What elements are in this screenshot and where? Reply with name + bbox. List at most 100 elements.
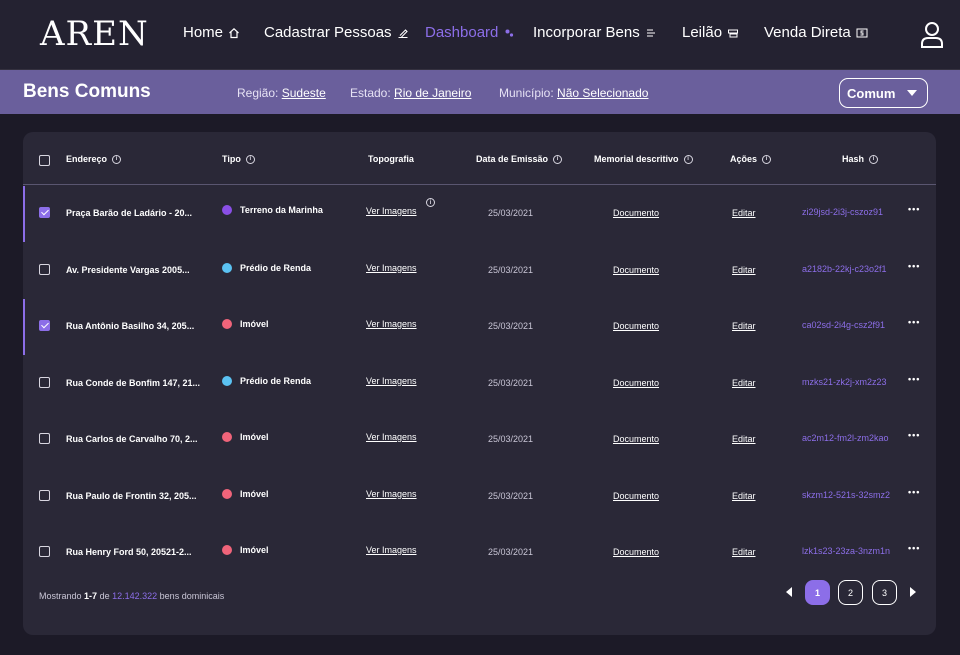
row-checkbox[interactable] [39,489,50,501]
editar-link[interactable]: Editar [732,434,756,444]
category-select[interactable]: Comum [839,78,928,108]
documento-link[interactable]: Documento [613,378,659,388]
pagination-summary: Mostrando 1-7 de 12.142.322 bens dominic… [39,591,224,601]
editar-link[interactable]: Editar [732,547,756,557]
header-tipo[interactable]: Tipo i [222,154,255,164]
cell-endereco: Rua Conde de Bonfim 147, 21... [66,377,201,388]
nav-venda-label: Venda Direta [764,24,851,41]
nav-home[interactable]: Home [183,24,240,41]
editar-link[interactable]: Editar [732,321,756,331]
editar-link[interactable]: Editar [732,378,756,388]
cell-tipo: Imóvel [222,545,269,555]
ver-imagens-link[interactable]: Ver Imagens [366,263,417,273]
more-options-icon[interactable]: ••• [908,374,920,384]
more-options-icon[interactable]: ••• [908,261,920,271]
table-row[interactable]: Rua Antônio Basilho 34, 205... Imóvel Ver … [23,299,936,355]
more-options-icon[interactable]: ••• [908,430,920,440]
page-button-3[interactable]: 3 [872,580,897,605]
table-row[interactable]: Av. Presidente Vargas 2005... Prédio de R… [23,243,936,299]
cell-tipo: Imóvel [222,319,269,329]
info-icon[interactable]: i [553,154,563,164]
dashboard-icon [505,29,514,37]
sale-icon [856,28,868,37]
filter-municipio-link[interactable]: Não Selecionado [557,86,648,100]
documento-link[interactable]: Documento [613,434,659,444]
cell-data-emissao: 25/03/2021 [488,264,534,275]
documento-link[interactable]: Documento [613,547,659,557]
table-row[interactable]: Rua Conde de Bonfim 147, 21... Prédio de … [23,356,936,412]
select-all-checkbox[interactable] [39,155,50,166]
documento-link[interactable]: Documento [613,321,659,331]
more-options-icon[interactable]: ••• [908,204,920,214]
row-checkbox[interactable] [39,546,50,557]
row-checkbox[interactable] [39,263,50,275]
ver-imagens-link[interactable]: Ver Imagens [366,206,417,216]
cell-endereco: Praça Barão de Ladário - 20... [66,208,193,218]
nav-incorporar-bens[interactable]: Incorporar Bens [533,24,657,41]
editar-link[interactable]: Editar [732,491,756,501]
row-checkbox[interactable] [39,207,50,218]
info-icon[interactable]: i [245,154,255,164]
more-options-icon[interactable]: ••• [908,543,920,553]
cell-tipo: Imóvel [222,488,269,499]
nav-venda-direta[interactable]: Venda Direta [764,24,868,41]
type-dot-icon [222,488,232,499]
more-options-icon[interactable]: ••• [908,487,920,497]
cell-tipo-label: Imóvel [240,432,269,442]
info-icon[interactable]: i [426,198,435,207]
ver-imagens-link[interactable]: Ver Imagens [366,545,417,555]
page-button-2[interactable]: 2 [838,580,863,605]
filter-estado-link[interactable]: Rio de Janeiro [394,86,471,100]
ver-imagens-link[interactable]: Ver Imagens [366,376,417,386]
info-icon[interactable]: i [762,154,772,164]
row-checkbox[interactable] [39,433,50,444]
ver-imagens-link[interactable]: Ver Imagens [366,319,417,329]
header-endereco[interactable]: Endereço i [66,154,122,164]
table-row[interactable]: Rua Paulo de Frontin 32, 205... Imóvel Ver… [23,469,936,525]
header-data-label: Data de Emissão [476,154,549,164]
cell-hash: ac2m12-fm2l-zm2kao [802,433,889,443]
cell-data-emissao: 25/03/2021 [488,377,534,388]
info-icon[interactable]: i [869,154,879,164]
cell-tipo-label: Imóvel [240,545,269,555]
incorporate-icon [646,28,655,37]
filter-regiao-label: Região: [237,86,279,100]
documento-link[interactable]: Documento [613,491,659,501]
cell-endereco: Av. Presidente Vargas 2005... [66,264,190,275]
table-row[interactable]: Praça Barão de Ladário - 20... Terreno da… [23,186,936,242]
header-hash[interactable]: Hash i [842,154,879,164]
cell-hash: a2182b-22kj-c23o2f1 [802,263,887,274]
editar-link[interactable]: Editar [732,208,756,218]
ver-imagens-link[interactable]: Ver Imagens [366,432,417,442]
header-topografia[interactable]: Topografia [368,154,414,164]
row-checkbox[interactable] [39,320,50,331]
summary-of: de [99,591,110,601]
row-checkbox[interactable] [39,376,50,388]
page-button-1[interactable]: 1 [805,580,830,605]
ver-imagens-link[interactable]: Ver Imagens [366,489,417,499]
documento-link[interactable]: Documento [613,208,659,218]
header-memorial[interactable]: Memorial descritivo i [594,154,693,164]
table-row[interactable]: Rua Carlos de Carvalho 70, 2... Imóvel Ver… [23,412,936,468]
cell-endereco: Rua Antônio Basilho 34, 205... [66,321,195,331]
header-data-emissao[interactable]: Data de Emissão i [476,154,563,164]
nav-dashboard[interactable]: Dashboard [425,24,515,41]
more-options-icon[interactable]: ••• [908,317,920,327]
documento-link[interactable]: Documento [613,265,659,275]
info-icon[interactable]: i [683,154,693,164]
next-page-icon[interactable] [910,587,916,597]
editar-link[interactable]: Editar [732,265,756,275]
page-title: Bens Comuns [23,81,151,102]
table-row[interactable]: Rua Henry Ford 50, 20521-2... Imóvel Ver I… [23,525,936,581]
cell-hash: zi29jsd-2i3j-cszoz91 [802,207,884,217]
nav-cadastrar-pessoas[interactable]: Cadastrar Pessoas [264,24,409,41]
info-icon[interactable]: i [112,154,122,164]
filter-regiao-link[interactable]: Sudeste [282,86,326,100]
prev-page-icon[interactable] [786,587,792,597]
header-topografia-label: Topografia [368,154,414,164]
nav-leilao[interactable]: Leilão [682,24,739,41]
header-acoes[interactable]: Ações i [730,154,772,164]
user-icon[interactable] [918,20,946,50]
filter-estado: Estado: Rio de Janeiro [350,86,471,100]
app-logo[interactable]: AREN [40,14,149,54]
